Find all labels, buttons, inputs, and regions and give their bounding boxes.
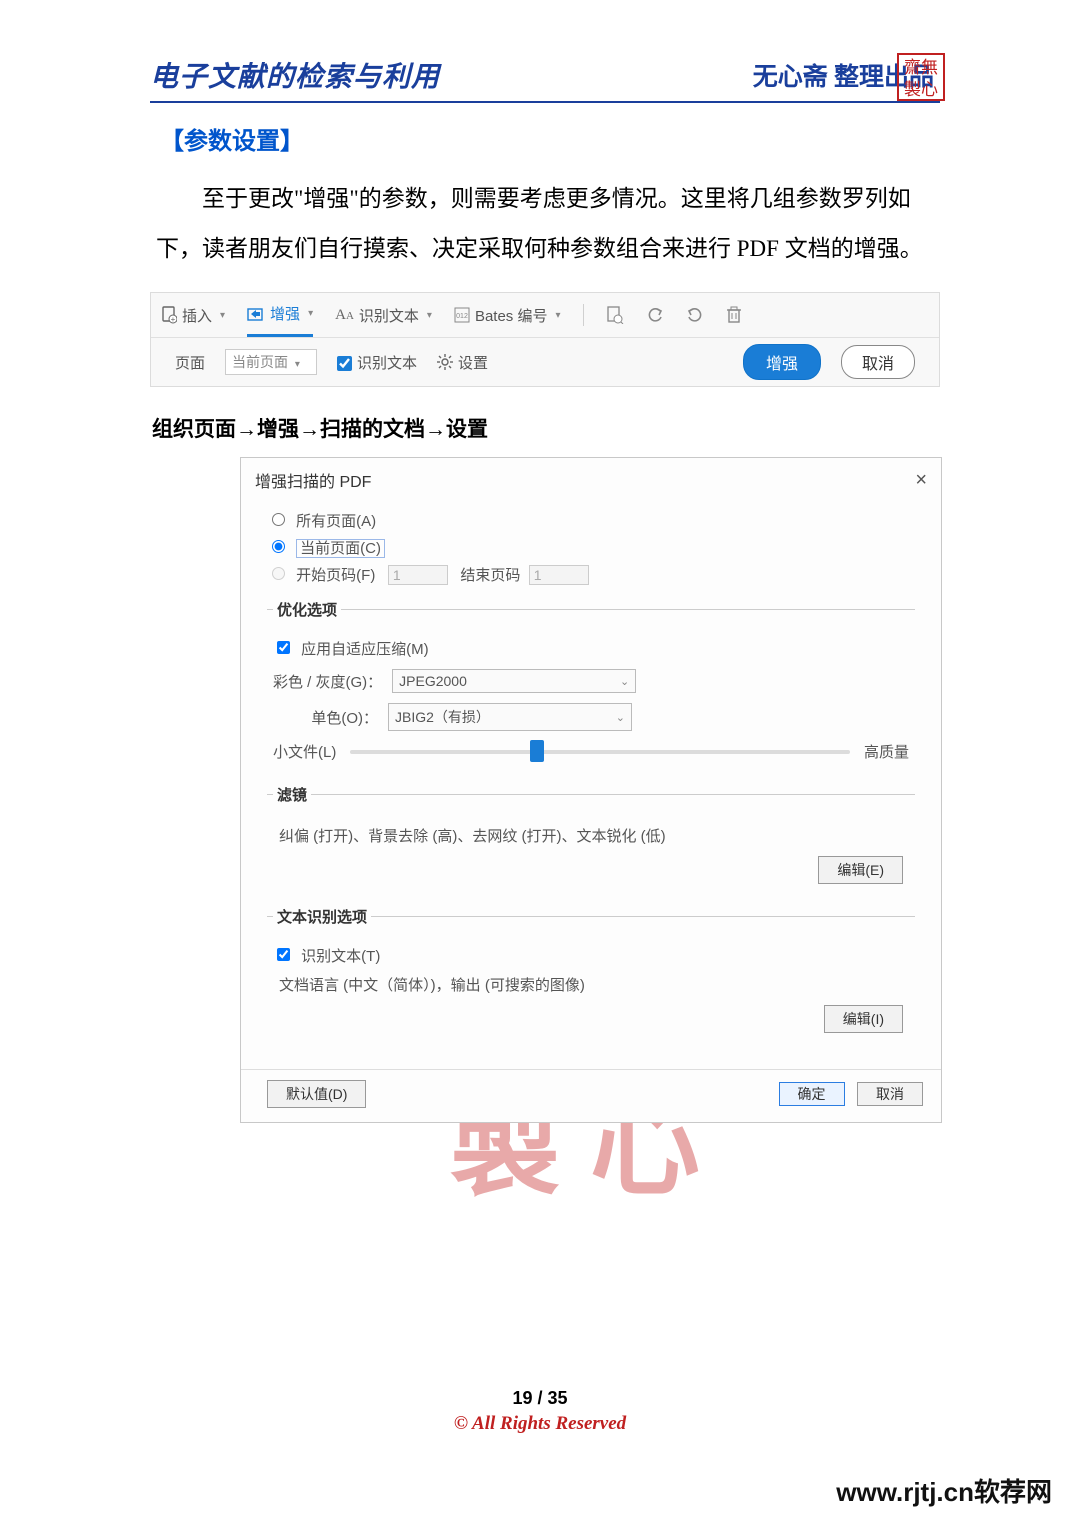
defaults-button[interactable]: 默认值(D) — [267, 1080, 366, 1108]
adaptive-compress-checkbox[interactable]: 应用自适应压缩(M) — [273, 638, 909, 659]
copyright: © All Rights Reserved — [0, 1413, 1080, 1435]
textrec-edit-button[interactable]: 编辑(I) — [824, 1005, 903, 1033]
color-gray-label: 彩色 / 灰度(G)： — [273, 671, 382, 692]
doc-header: 电子文献的检索与利用 无心斋 整理出品 齋無 製心 — [150, 55, 940, 103]
text-aa-icon: AA — [335, 307, 354, 324]
slider-thumb[interactable] — [530, 740, 544, 762]
breadcrumb: 组织页面→增强→扫描的文档→设置 — [152, 413, 940, 443]
tb-bates[interactable]: 012 Bates 编号 ▾ — [454, 305, 561, 326]
seal-stamp: 齋無 製心 — [897, 53, 945, 101]
chevron-down-icon: ⌄ — [620, 675, 629, 688]
filter-group: 滤镜 纠偏 (打开)、背景去除 (高)、去网纹 (打开)、文本锐化 (低) 编辑… — [267, 784, 915, 892]
tb-insert[interactable]: + 插入 ▾ — [161, 305, 225, 326]
caret-icon: ▾ — [295, 359, 300, 370]
filter-summary: 纠偏 (打开)、背景去除 (高)、去网纹 (打开)、文本锐化 (低) — [279, 825, 909, 846]
tb-recognize-label: 识别文本 — [359, 305, 419, 326]
bates-icon: 012 — [454, 307, 470, 323]
radio-all-pages[interactable]: 所有页面(A) — [267, 510, 915, 531]
caret-icon: ▾ — [308, 308, 313, 319]
start-page-input[interactable] — [388, 565, 448, 585]
enhance-button[interactable]: 增强 — [743, 344, 821, 380]
textrec-legend: 文本识别选项 — [273, 906, 371, 927]
radio-start-page[interactable]: 开始页码(F) 结束页码 — [267, 564, 915, 585]
caret-icon: ▾ — [220, 310, 225, 321]
quality-slider[interactable] — [350, 750, 850, 754]
text-recognition-group: 文本识别选项 识别文本(T) 文档语言 (中文（简体）)，输出 (可搜索的图像)… — [267, 906, 915, 1041]
dialog-title: 增强扫描的 PDF — [255, 468, 371, 492]
site-watermark: www.rjtj.cn软荐网 — [836, 1472, 1052, 1509]
caret-icon: ▾ — [555, 310, 560, 321]
slider-high-label: 高质量 — [864, 741, 909, 762]
end-page-input[interactable] — [529, 565, 589, 585]
ok-button[interactable]: 确定 — [779, 1082, 845, 1106]
caret-icon: ▾ — [427, 310, 432, 321]
filter-legend: 滤镜 — [273, 784, 311, 805]
enhance-icon — [247, 306, 265, 322]
color-gray-select[interactable]: JPEG2000⌄ — [392, 669, 636, 693]
doc-title: 电子文献的检索与利用 — [150, 55, 440, 95]
undo-icon[interactable] — [646, 306, 664, 324]
optimize-legend: 优化选项 — [273, 599, 341, 620]
svg-text:012: 012 — [456, 313, 468, 320]
tb-settings[interactable]: 设置 — [437, 352, 488, 373]
tb-bates-label: Bates 编号 — [475, 305, 548, 326]
separator — [583, 304, 584, 326]
mono-select[interactable]: JBIG2（有损）⌄ — [388, 703, 632, 731]
slider-small-label: 小文件(L) — [273, 741, 336, 762]
section-heading: 【参数设置】 — [160, 121, 940, 156]
page-plus-icon: + — [161, 306, 177, 324]
tb-recognize-text[interactable]: AA 识别文本 ▾ — [335, 305, 432, 326]
mono-label: 单色(O)： — [273, 707, 378, 728]
acrobat-toolbar: + 插入 ▾ 增强 ▾ AA 识别文本 ▾ 012 Bates 编号 ▾ — [150, 292, 940, 387]
end-page-label: 结束页码 — [460, 567, 520, 584]
trash-icon[interactable] — [726, 306, 742, 324]
filter-edit-button[interactable]: 编辑(E) — [818, 856, 903, 884]
redo-icon[interactable] — [686, 306, 704, 324]
enhance-scan-dialog: 增强扫描的 PDF × 所有页面(A) 当前页面(C) 开始页码(F) 结束页码… — [240, 457, 942, 1123]
page-select[interactable]: 当前页面 ▾ — [225, 349, 317, 375]
tb-insert-label: 插入 — [182, 305, 212, 326]
page-search-icon[interactable] — [606, 306, 624, 324]
cancel-button[interactable]: 取消 — [841, 345, 915, 379]
page-number: 19 / 35 — [0, 1388, 1080, 1409]
radio-current-page[interactable]: 当前页面(C) — [267, 537, 915, 558]
textrec-checkbox[interactable]: 识别文本(T) — [273, 945, 909, 966]
tb-enhance[interactable]: 增强 ▾ — [247, 293, 313, 337]
optimize-group: 优化选项 应用自适应压缩(M) 彩色 / 灰度(G)： JPEG2000⌄ 单色… — [267, 599, 915, 770]
close-icon[interactable]: × — [915, 469, 927, 492]
dialog-cancel-button[interactable]: 取消 — [857, 1082, 923, 1106]
recognize-text-checkbox[interactable]: 识别文本 — [337, 352, 417, 373]
body-paragraph: 至于更改"增强"的参数，则需要考虑更多情况。这里将几组参数罗列如下，读者朋友们自… — [156, 174, 934, 274]
textrec-info: 文档语言 (中文（简体）)，输出 (可搜索的图像) — [279, 974, 909, 995]
page-label: 页面 — [175, 352, 205, 373]
chevron-down-icon: ⌄ — [616, 711, 625, 724]
svg-text:+: + — [171, 315, 176, 324]
gear-icon — [437, 354, 453, 370]
recognize-checkbox-input[interactable] — [337, 356, 352, 371]
tb-enhance-label: 增强 — [270, 303, 300, 324]
page-footer: 19 / 35 © All Rights Reserved — [0, 1388, 1080, 1435]
